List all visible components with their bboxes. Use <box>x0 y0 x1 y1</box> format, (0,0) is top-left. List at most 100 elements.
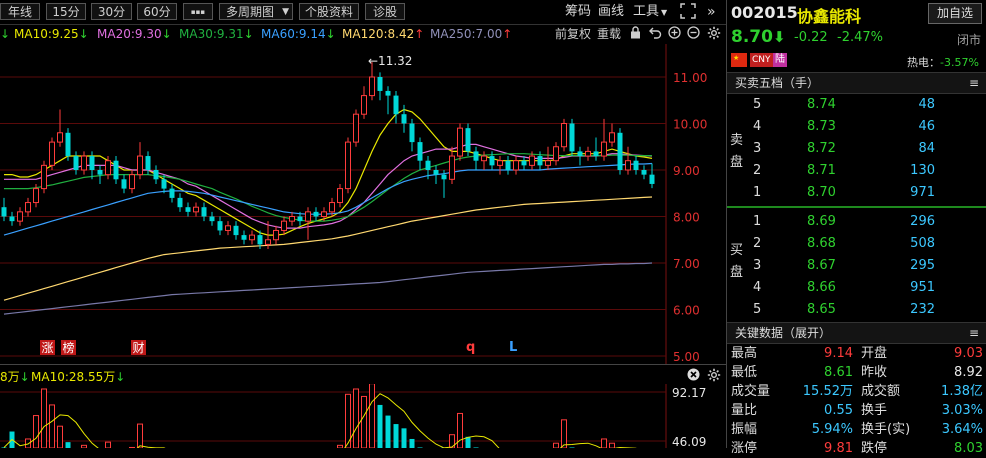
more-periods-button[interactable]: ▪▪▪ <box>183 3 213 20</box>
candle-body <box>473 151 479 161</box>
level-price: 8.73 <box>807 119 836 134</box>
ma120-line <box>3 196 653 301</box>
up-arrow-icon: ↑ <box>414 27 425 41</box>
ma30-line <box>4 153 652 222</box>
key-data-value: 5.94% <box>811 422 853 437</box>
y-tick-label: 10.00 <box>673 118 707 132</box>
multi-period-button[interactable]: 多周期图 ▼ <box>219 3 293 20</box>
ma120-legend: MA120:8.42↑ <box>342 27 425 41</box>
candle-body <box>401 114 407 124</box>
volume-bar <box>609 442 615 448</box>
volume-ma10-legend: MA10:28.55万↓ <box>31 370 126 384</box>
key-data-value: 3.03% <box>941 403 983 418</box>
candle-body <box>641 170 647 175</box>
period-button-15min[interactable]: 15分 <box>46 3 86 20</box>
stock-code: 002015 <box>731 3 798 22</box>
key-data-header[interactable]: 关键数据（展开） ≡ <box>727 322 986 344</box>
order-book-header[interactable]: 买卖五档（手） ≡ <box>727 72 986 94</box>
collapse-arrow-icon[interactable]: » <box>707 3 716 21</box>
volume-bar <box>377 404 383 448</box>
candle-body <box>73 156 79 170</box>
candle-body <box>217 221 223 231</box>
currency-tag: CNY <box>750 53 773 67</box>
level-volume: 84 <box>918 141 935 156</box>
candle-body <box>305 211 311 222</box>
sell-level-row[interactable]: 3 8.72 84 <box>727 138 986 160</box>
draw-line-button[interactable]: 画线 <box>598 3 624 21</box>
down-arrow-icon: ↓ <box>243 27 254 41</box>
buy-level-row[interactable]: 1 8.69 296 <box>727 211 986 233</box>
close-icon[interactable] <box>687 368 700 384</box>
sell-level-row[interactable]: 4 8.73 46 <box>727 116 986 138</box>
key-data-label: 跌停 <box>861 441 888 456</box>
period-toolbar: 年线 15分 30分 60分 ▪▪▪ 多周期图 ▼ 个股资料 诊股 筹码 画线 … <box>0 0 726 25</box>
candle-body <box>209 216 215 222</box>
candle-body <box>409 123 415 143</box>
candle-body <box>497 160 503 166</box>
zoom-in-icon[interactable] <box>668 26 681 43</box>
period-button-60min[interactable]: 60分 <box>137 3 177 20</box>
level-number: 2 <box>753 236 762 251</box>
y-tick-label: 9.00 <box>673 164 700 178</box>
level-volume: 971 <box>910 185 935 200</box>
volume-bar <box>65 442 71 448</box>
level-volume: 130 <box>910 163 935 178</box>
zoom-out-icon[interactable] <box>687 26 700 43</box>
candle-body <box>345 141 351 190</box>
candle-body <box>177 197 183 208</box>
ma-legend-bar: ↓ MA10:9.25↓ MA20:9.30↓ MA30:9.31↓ MA60:… <box>0 24 726 44</box>
sell-level-row[interactable]: 2 8.71 130 <box>727 160 986 182</box>
level-number: 4 <box>753 280 762 295</box>
diagnose-button[interactable]: 诊股 <box>365 3 405 20</box>
volume-chart[interactable]: 92.17 46.09 <box>0 384 726 448</box>
sector-hot[interactable]: 热电：-3.57% <box>907 54 979 70</box>
candle-body <box>457 127 463 157</box>
sell-level-row[interactable]: 1 8.70 971 <box>727 182 986 204</box>
sell-level-row[interactable]: 5 8.74 48 <box>727 94 986 116</box>
fullscreen-icon[interactable] <box>680 3 696 21</box>
prev-adjust-button[interactable]: 前复权 <box>555 26 591 42</box>
period-button-year[interactable]: 年线 <box>0 3 40 20</box>
tools-label: 工具 <box>633 4 660 19</box>
candle-body <box>57 132 63 143</box>
y-tick-label: 8.00 <box>673 211 700 225</box>
down-arrow-icon: ↓ <box>115 370 126 384</box>
candle-body <box>449 155 455 180</box>
volume-bar <box>409 438 415 448</box>
period-button-30min[interactable]: 30分 <box>91 3 132 20</box>
reload-button[interactable]: 重载 <box>597 26 621 42</box>
add-favorite-button[interactable]: 加自选 <box>928 3 982 24</box>
buy-level-row[interactable]: 5 8.65 232 <box>727 299 986 321</box>
up-arrow-icon: ↑ <box>502 27 513 41</box>
buy-level-row[interactable]: 3 8.67 295 <box>727 255 986 277</box>
lock-icon[interactable] <box>630 26 641 43</box>
bid-ask-divider <box>727 206 986 208</box>
level-volume: 295 <box>910 258 935 273</box>
volume-ma-line <box>3 393 637 448</box>
menu-icon[interactable]: ≡ <box>969 73 979 93</box>
level-volume: 232 <box>910 302 935 317</box>
key-data-value: 0.55 <box>824 403 853 418</box>
buy-level-row[interactable]: 2 8.68 508 <box>727 233 986 255</box>
candle-body <box>313 211 319 217</box>
volume-bar <box>57 425 63 448</box>
level-number: 1 <box>753 185 762 200</box>
candle-body <box>617 132 623 170</box>
chip-button[interactable]: 筹码 <box>565 3 591 21</box>
gear-icon[interactable] <box>707 26 721 44</box>
event-tag: 财 <box>131 340 146 355</box>
candle-body <box>257 235 263 245</box>
kline-chart[interactable]: 11.00 10.00 9.00 8.00 7.00 6.00 5.00 ←11.32 涨榜 财… <box>0 44 726 364</box>
buy-level-row[interactable]: 4 8.66 951 <box>727 277 986 299</box>
gear-icon[interactable] <box>707 368 721 385</box>
stock-info-button[interactable]: 个股资料 <box>299 3 359 20</box>
tools-button[interactable]: 工具 ▼ <box>633 3 667 21</box>
mainland-tag: 陆 <box>773 53 787 67</box>
menu-icon[interactable]: ≡ <box>969 323 979 343</box>
level-number: 2 <box>753 163 762 178</box>
candle-body <box>321 211 327 218</box>
price-change: -0.22 <box>794 30 828 45</box>
undo-icon[interactable] <box>649 26 662 43</box>
candle-body <box>577 151 583 157</box>
candle-body <box>97 170 103 175</box>
